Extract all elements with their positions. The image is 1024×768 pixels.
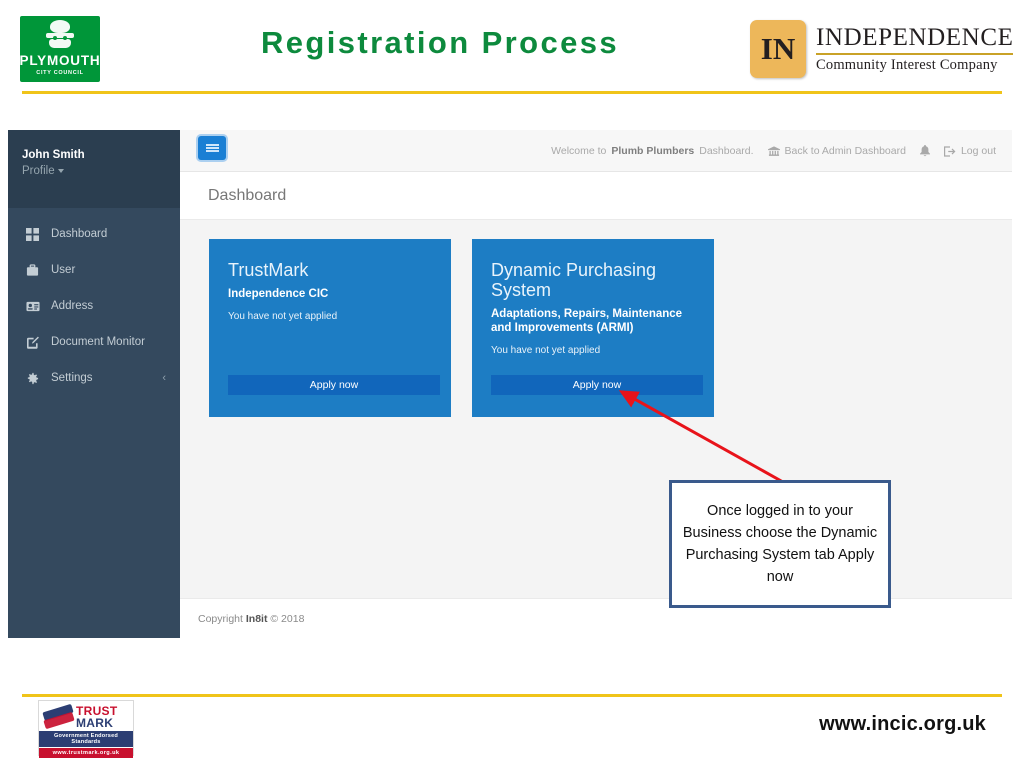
card-trustmark: TrustMark Independence CIC You have not … [209, 239, 451, 417]
welcome-business-name: Plumb Plumbers [611, 145, 695, 157]
copyright-suffix: © 2018 [270, 612, 305, 625]
independence-cic-logo: IN INDEPENDENCE Community Interest Compa… [750, 20, 1014, 78]
page-title: Registration Process [260, 25, 620, 60]
sidebar-item-label: Document Monitor [51, 336, 145, 348]
website-url: www.incic.org.uk [819, 713, 986, 735]
briefcase-icon [26, 263, 42, 277]
chevron-left-icon: ‹ [162, 372, 166, 384]
chevron-down-icon [57, 168, 64, 173]
card-dynamic-purchasing-system: Dynamic Purchasing System Adaptations, R… [472, 239, 714, 417]
copyright-prefix: Copyright [198, 612, 243, 625]
gear-icon [26, 372, 42, 385]
independence-name: INDEPENDENCE [816, 24, 1014, 52]
sidebar-user-name: John Smith [22, 149, 85, 161]
sidebar-user-panel[interactable]: John Smith Profile [8, 130, 180, 208]
apply-now-button-trustmark[interactable]: Apply now [228, 375, 440, 395]
hamburger-icon [205, 142, 219, 154]
back-to-admin-label: Back to Admin Dashboard [784, 145, 906, 157]
plymouth-coat-of-arms-icon [43, 20, 77, 50]
back-to-admin-dashboard-link[interactable]: Back to Admin Dashboard [767, 145, 906, 157]
card-title: Dynamic Purchasing System [491, 260, 657, 300]
sidebar-toggle-button[interactable] [198, 136, 226, 160]
logout-button[interactable]: Log out [943, 145, 996, 157]
sidebar-item-dashboard[interactable]: Dashboard [8, 216, 180, 252]
sidebar-item-user[interactable]: User [8, 252, 180, 288]
footer-divider [22, 694, 1002, 697]
slide: PLYMOUTH CITY COUNCIL Registration Proce… [0, 0, 1024, 768]
sidebar-profile-label: Profile [22, 164, 55, 177]
grid-icon [26, 227, 42, 241]
independence-divider [816, 53, 1014, 56]
copyright-brand: In8it [245, 612, 268, 625]
welcome-suffix: Dashboard. [699, 145, 754, 157]
trustmark-word-mark: MARK [76, 716, 114, 731]
id-card-icon [26, 301, 42, 312]
sidebar-profile-menu[interactable]: Profile [22, 163, 180, 180]
card-status: You have not yet applied [228, 310, 338, 322]
sidebar-item-document-monitor[interactable]: Document Monitor [8, 324, 180, 360]
welcome-prefix: Welcome to [551, 145, 607, 157]
sidebar-item-label: Dashboard [51, 228, 108, 240]
apply-now-button-dps[interactable]: Apply now [491, 375, 703, 395]
page-header: Dashboard [180, 172, 1012, 220]
topbar-nav: Welcome to Plumb Plumbers Dashboard. Bac… [551, 130, 996, 172]
annotation-callout: Once logged in to your Business choose t… [669, 480, 891, 608]
sidebar-item-label: Settings [51, 372, 93, 384]
card-status: You have not yet applied [491, 345, 601, 357]
sidebar-item-label: Address [51, 300, 94, 312]
plymouth-logo-subtitle: CITY COUNCIL [36, 69, 84, 76]
logout-label: Log out [960, 145, 996, 157]
bell-icon [919, 145, 930, 157]
sidebar: John Smith Profile Dashboard User Addres… [8, 130, 180, 638]
plymouth-city-council-logo: PLYMOUTH CITY COUNCIL [20, 16, 100, 82]
sidebar-nav: Dashboard User Address Document Monitor … [8, 208, 180, 396]
trustmark-logo: TRUST MARK Government Endorsed Standards… [38, 700, 134, 758]
annotation-text: Once logged in to your Business choose t… [682, 502, 878, 586]
header-divider [22, 91, 1002, 94]
independence-badge-icon: IN [750, 20, 806, 78]
independence-wordmark: INDEPENDENCE Community Interest Company [816, 24, 1014, 74]
card-list: TrustMark Independence CIC You have not … [180, 220, 1012, 417]
plymouth-logo-name: PLYMOUTH [19, 53, 101, 68]
bank-icon [767, 145, 780, 157]
topbar: Welcome to Plumb Plumbers Dashboard. Bac… [180, 130, 1012, 172]
independence-badge-text: IN [760, 31, 796, 66]
notifications-button[interactable] [919, 145, 930, 157]
sidebar-item-settings[interactable]: Settings ‹ [8, 360, 180, 396]
sidebar-item-label: User [51, 264, 76, 276]
trustmark-url: www.trustmark.org.uk [39, 748, 133, 758]
independence-tagline: Community Interest Company [816, 57, 998, 74]
slide-header: PLYMOUTH CITY COUNCIL Registration Proce… [0, 0, 1024, 96]
dashboard-heading: Dashboard [208, 186, 287, 204]
welcome-message: Welcome to Plumb Plumbers Dashboard. [551, 145, 753, 157]
pencil-square-icon [26, 336, 42, 349]
sidebar-item-address[interactable]: Address [8, 288, 180, 324]
handshake-icon [42, 703, 76, 731]
card-subtitle: Independence CIC [228, 287, 329, 300]
sign-out-icon [943, 145, 956, 157]
trustmark-standards-band: Government Endorsed Standards [39, 731, 133, 747]
card-title: TrustMark [228, 260, 309, 280]
card-subtitle: Adaptations, Repairs, Maintenance and Im… [491, 307, 683, 335]
